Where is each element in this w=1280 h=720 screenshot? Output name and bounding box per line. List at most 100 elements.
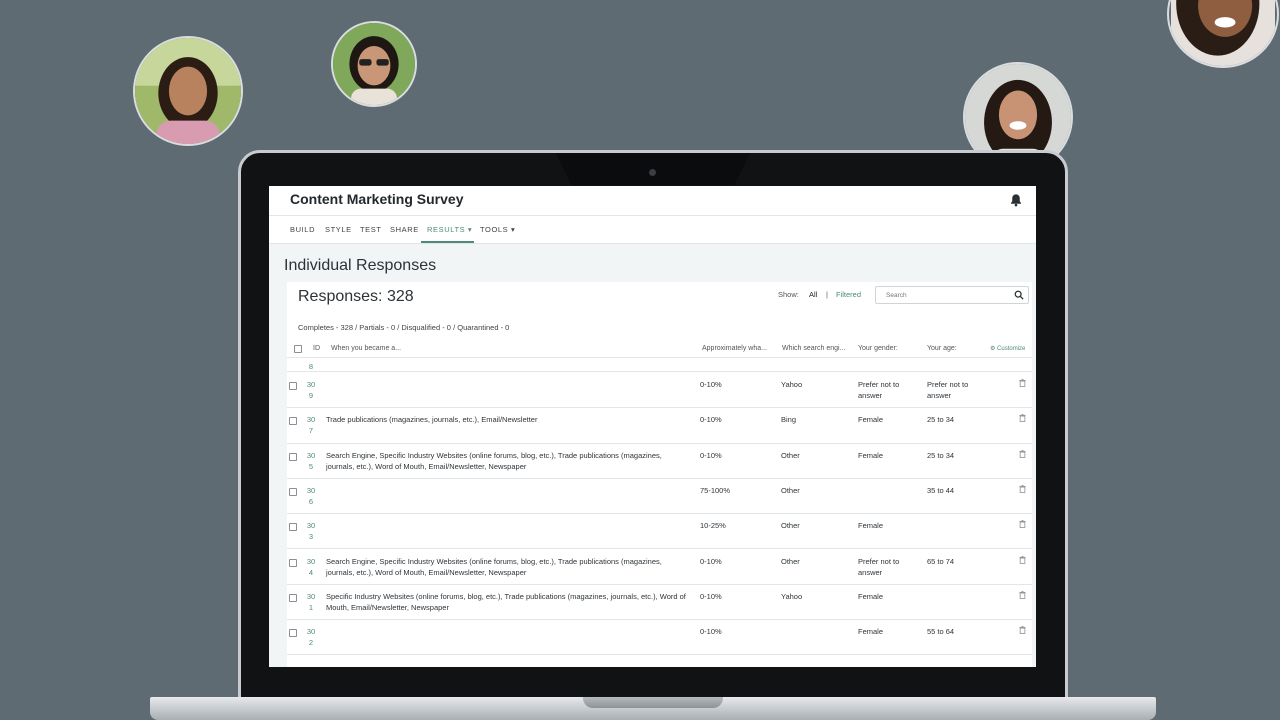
- header-q1[interactable]: When you became a...: [331, 345, 401, 352]
- cell-q4: Female: [858, 591, 884, 601]
- cell-q5: 25 to 34: [927, 415, 955, 425]
- table-row[interactable]: 304 Search Engine, Specific Industry Webs…: [287, 550, 1032, 585]
- show-filtered-link[interactable]: Filtered: [836, 290, 861, 299]
- show-all-link[interactable]: All: [809, 290, 817, 299]
- header-q3[interactable]: Which search engi...: [782, 345, 845, 352]
- row-checkbox[interactable]: [289, 452, 297, 461]
- nav-test[interactable]: TEST: [360, 225, 382, 234]
- row-id[interactable]: 8: [305, 361, 317, 372]
- nav-share[interactable]: SHARE: [390, 225, 419, 234]
- nav-results[interactable]: RESULTS ▾: [427, 225, 472, 234]
- cell-q5: 65 to 74: [927, 556, 955, 566]
- cell-q5: 35 to 44: [927, 485, 955, 495]
- header-id[interactable]: ID: [313, 345, 320, 352]
- top-bar: Content Marketing Survey: [269, 186, 1036, 216]
- cell-q3: Other: [781, 521, 800, 531]
- cell-q4: Female: [858, 450, 884, 460]
- cell-q1: Search Engine, Specific Industry Website…: [326, 556, 662, 577]
- header-q5[interactable]: Your age:: [927, 345, 957, 352]
- main-nav: BUILD STYLE TEST SHARE RESULTS ▾ TOOLS ▾: [269, 216, 1036, 244]
- cell-q2: 0-10%: [700, 627, 722, 637]
- cell-q5: 25 to 34: [927, 450, 955, 460]
- table-row[interactable]: 307 Trade publications (magazines, journa…: [287, 408, 1032, 444]
- customize-link[interactable]: ⚙ Customize: [990, 345, 1025, 352]
- responses-summary: Completes - 328 / Partials - 0 / Disqual…: [298, 323, 510, 332]
- cell-q1: Trade publications (magazines, journals,…: [326, 415, 538, 425]
- search-input[interactable]: [876, 287, 1008, 303]
- row-checkbox[interactable]: [289, 629, 297, 638]
- bell-icon[interactable]: [1009, 193, 1023, 207]
- cell-q5: 55 to 64: [927, 627, 955, 637]
- trash-icon[interactable]: [1019, 555, 1026, 564]
- table-header: ID When you became a... Approximately wh…: [287, 340, 1032, 358]
- cell-q2: 0-10%: [700, 591, 722, 601]
- row-id[interactable]: 309: [305, 379, 317, 401]
- trash-icon[interactable]: [1019, 414, 1026, 423]
- nav-build[interactable]: BUILD: [290, 225, 315, 234]
- row-checkbox[interactable]: [289, 382, 297, 390]
- responses-panel: Responses: 328 Show: All | Filtered Comp…: [287, 282, 1032, 667]
- row-checkbox[interactable]: [289, 417, 297, 426]
- nav-tools[interactable]: TOOLS ▾: [480, 225, 515, 234]
- avatar-photo-woman-sunglasses: [331, 21, 417, 107]
- cell-q3: Other: [781, 556, 800, 566]
- cell-q2: 75-100%: [700, 485, 731, 495]
- trash-icon[interactable]: [1019, 520, 1026, 529]
- table-row[interactable]: 301 Specific Industry Websites (online fo…: [287, 585, 1032, 621]
- table-row[interactable]: 302 0-10% Female 55 to 64: [287, 620, 1032, 656]
- table-row[interactable]: 303 10-25% Other Female: [287, 514, 1032, 550]
- avatar-photo-woman-smiling: [1167, 0, 1279, 68]
- row-id[interactable]: 307: [305, 414, 317, 436]
- show-separator: |: [826, 290, 828, 299]
- select-all-checkbox[interactable]: [294, 345, 302, 353]
- cell-q2: 0-10%: [700, 380, 722, 389]
- cell-q4: Female: [858, 521, 884, 531]
- search-box: [875, 286, 1029, 304]
- nav-style[interactable]: STYLE: [325, 225, 352, 234]
- cell-q3: Yahoo: [781, 591, 803, 601]
- row-id[interactable]: 305: [305, 450, 317, 472]
- row-id[interactable]: 304: [305, 556, 317, 578]
- search-icon[interactable]: [1014, 290, 1024, 300]
- cell-q2: 0-10%: [700, 450, 722, 460]
- nav-active-indicator: [421, 241, 474, 243]
- app-screen: Content Marketing Survey BUILD STYLE TES…: [269, 186, 1036, 667]
- row-id[interactable]: 302: [305, 626, 317, 648]
- row-checkbox[interactable]: [289, 523, 297, 532]
- header-q4[interactable]: Your gender:: [858, 345, 898, 352]
- trash-icon[interactable]: [1019, 484, 1026, 493]
- survey-title: Content Marketing Survey: [290, 191, 464, 207]
- cell-q3: Yahoo: [781, 380, 803, 389]
- cell-q4: Prefer not to answer: [858, 380, 900, 400]
- row-checkbox[interactable]: [289, 593, 297, 602]
- laptop-base-groove: [583, 697, 723, 708]
- cell-q4: Female: [858, 415, 884, 425]
- cell-q3: Other: [781, 450, 800, 460]
- header-q2[interactable]: Approximately wha...: [702, 345, 767, 352]
- row-checkbox[interactable]: [289, 558, 297, 567]
- responses-count-title: Responses: 328: [298, 288, 414, 305]
- row-id[interactable]: 301: [305, 591, 317, 613]
- trash-icon[interactable]: [1019, 590, 1026, 599]
- page-title: Individual Responses: [284, 257, 437, 274]
- cell-q3: Bing: [781, 415, 797, 425]
- trash-icon[interactable]: [1019, 379, 1026, 387]
- cell-q2: 0-10%: [700, 415, 722, 425]
- row-id[interactable]: 303: [305, 520, 317, 542]
- cell-q5: Prefer not to answer: [927, 380, 969, 400]
- table-row[interactable]: 306 75-100% Other 35 to 44: [287, 479, 1032, 515]
- cell-q1: Search Engine, Specific Industry Website…: [326, 450, 662, 471]
- cell-q1: Specific Industry Websites (online forum…: [326, 591, 686, 612]
- row-id[interactable]: 306: [305, 485, 317, 507]
- trash-icon[interactable]: [1019, 626, 1026, 634]
- row-checkbox[interactable]: [289, 487, 297, 496]
- trash-icon[interactable]: [1019, 449, 1026, 458]
- camera-dot: [649, 169, 656, 176]
- table-row-partial: 8: [287, 359, 1032, 372]
- cell-q4: Prefer not to answer: [858, 556, 900, 577]
- table-row[interactable]: 309 0-10% Yahoo Prefer not to answer Prefer …: [287, 373, 1032, 409]
- cell-q4: Female: [858, 627, 884, 637]
- cell-q2: 10-25%: [700, 521, 726, 531]
- table-row[interactable]: 305 Search Engine, Specific Industry Webs…: [287, 444, 1032, 479]
- show-label: Show:: [778, 290, 799, 299]
